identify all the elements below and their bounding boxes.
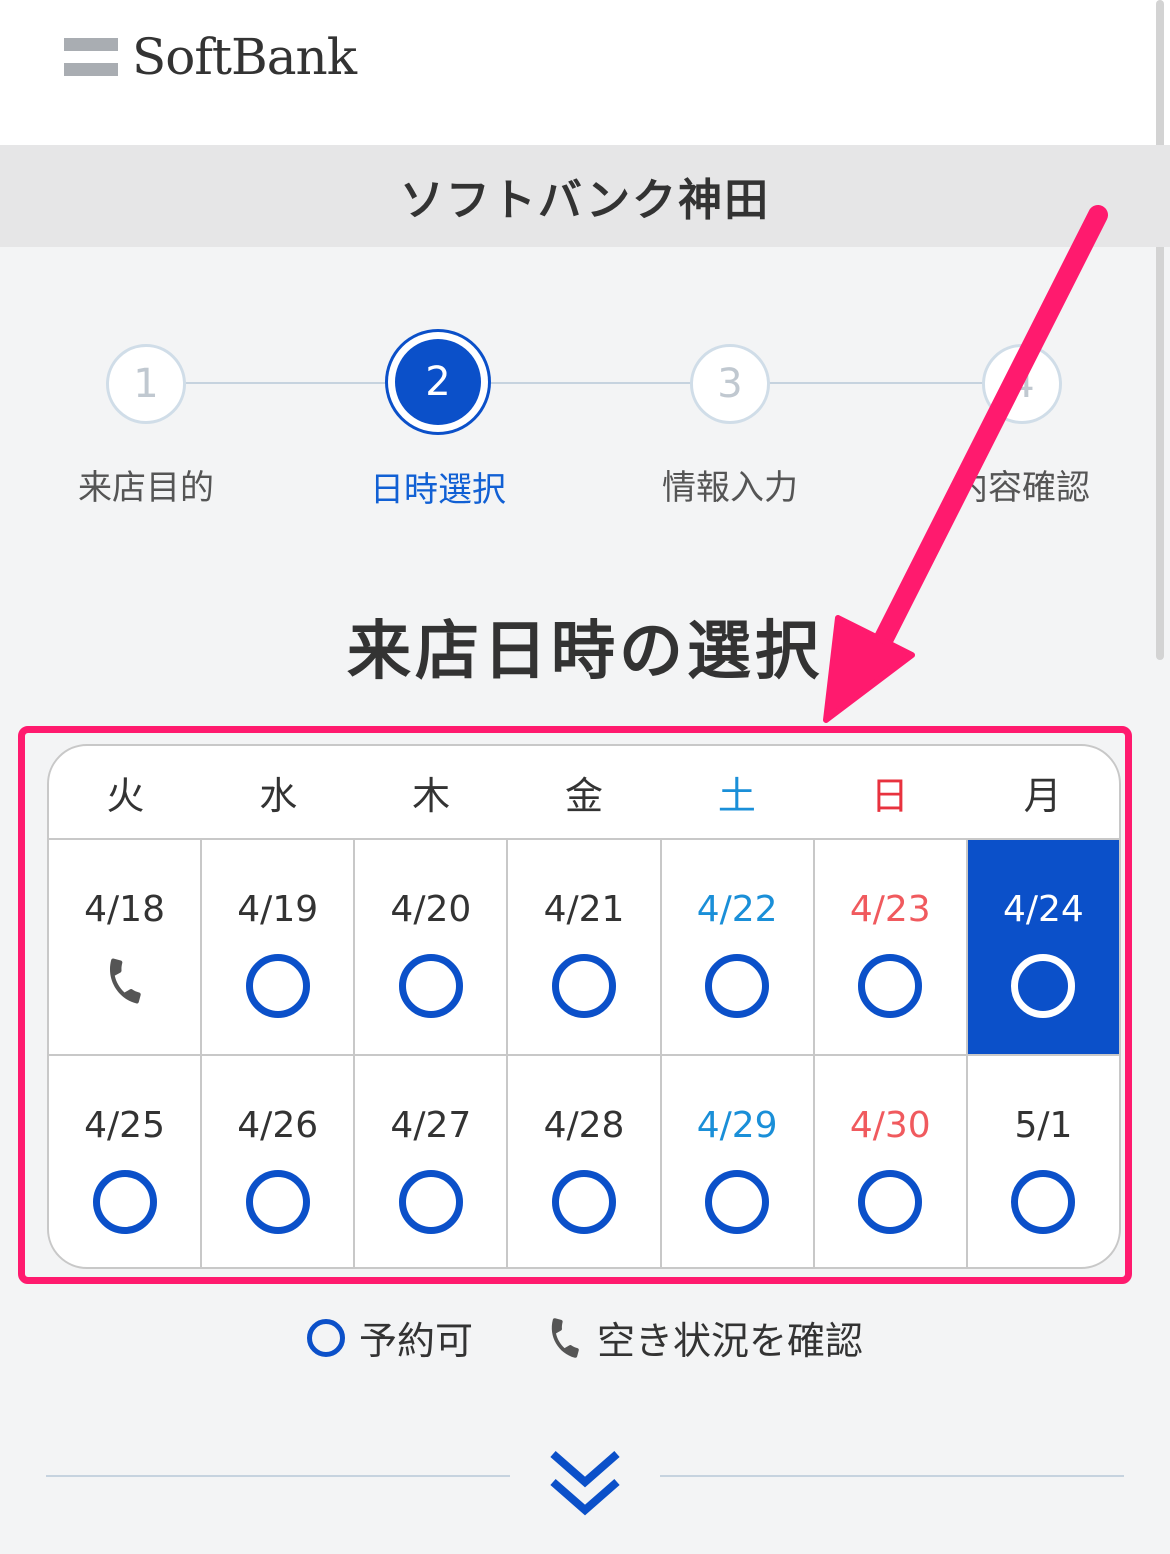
annotation-highlight-box: [18, 726, 1132, 1284]
step-2-number: 2: [395, 339, 481, 425]
step-connector: [146, 382, 1022, 384]
legend-available-label: 予約可: [358, 1319, 473, 1363]
circle-available-icon: [306, 1318, 345, 1357]
phone-icon: [551, 1317, 579, 1358]
section-title: 来店日時の選択: [347, 615, 823, 689]
legend-available: 予約可: [306, 1310, 473, 1365]
step-3: 3 情報入力: [640, 330, 820, 509]
legend-phone-label: 空き状況を確認: [597, 1319, 864, 1363]
softbank-logo-icon[interactable]: [64, 38, 118, 78]
step-indicator: 1 来店目的 2 日時選択 3 情報入力 4 内容確認: [0, 330, 1170, 520]
step-4-label: 内容確認: [954, 468, 1090, 508]
step-1: 1 来店目的: [56, 330, 236, 509]
step-4: 4 内容確認: [932, 330, 1112, 509]
divider-left: [46, 1475, 510, 1477]
site-header: SoftBank: [0, 0, 1170, 145]
step-2-label: 日時選択: [370, 470, 506, 510]
step-1-number: 1: [106, 344, 186, 424]
store-name: ソフトバンク神田: [399, 175, 771, 226]
step-3-number: 3: [690, 344, 770, 424]
calendar-legend: 予約可 空き状況を確認: [0, 1310, 1170, 1365]
step-4-number: 4: [982, 344, 1062, 424]
store-bar: ソフトバンク神田: [0, 145, 1170, 247]
logo-text[interactable]: SoftBank: [132, 24, 357, 90]
step-1-label: 来店目的: [78, 468, 214, 508]
step-2: 2 日時選択: [348, 330, 528, 511]
legend-phone: 空き状況を確認: [543, 1310, 863, 1365]
divider-right: [660, 1475, 1124, 1477]
double-chevron-down-icon[interactable]: [545, 1440, 625, 1520]
step-3-label: 情報入力: [662, 468, 798, 508]
